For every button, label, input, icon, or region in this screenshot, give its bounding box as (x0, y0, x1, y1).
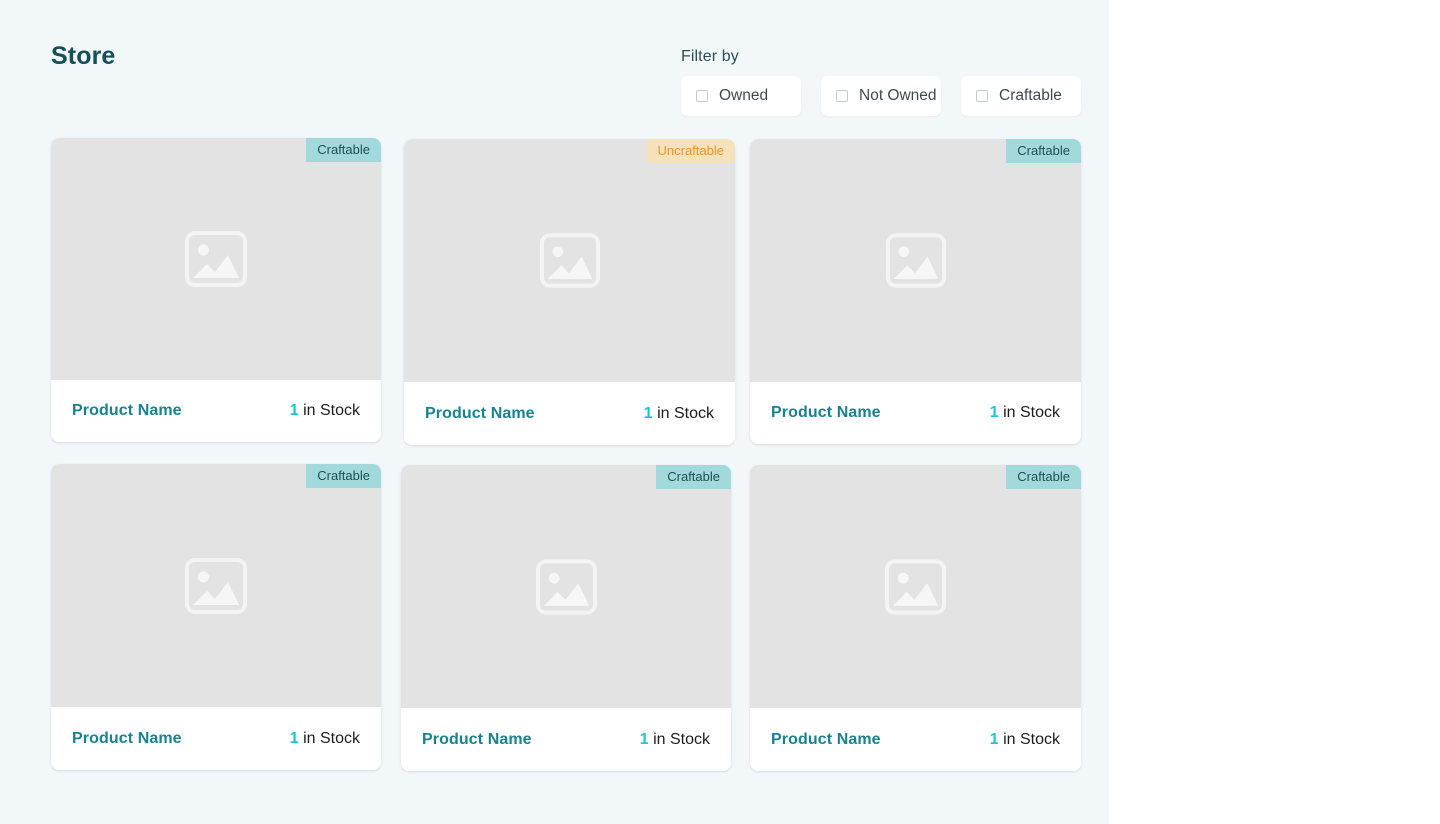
product-quantity: 1 (989, 404, 999, 421)
product-name: Product Name (771, 730, 881, 748)
product-image: Craftable (51, 464, 381, 707)
status-badge: Craftable (1006, 139, 1081, 163)
checkbox-craftable[interactable] (976, 90, 988, 102)
product-stock: 1 in Stock (644, 405, 714, 423)
product-stock-label: in Stock (303, 729, 360, 747)
product-footer: Product Name 1 in Stock (51, 707, 381, 770)
status-badge: Uncraftable (646, 139, 735, 163)
product-name: Product Name (422, 730, 532, 748)
product-stock: 1 in Stock (640, 731, 710, 749)
filter-option-craftable-label: Craftable (999, 87, 1062, 104)
product-name: Product Name (72, 729, 182, 747)
filter-by-label: Filter by (681, 48, 739, 65)
product-stock: 1 in Stock (990, 731, 1060, 749)
product-stock: 1 in Stock (990, 404, 1060, 422)
filter-option-owned-label: Owned (719, 87, 769, 104)
product-stock: 1 in Stock (290, 730, 360, 748)
checkbox-owned[interactable] (696, 90, 708, 102)
product-name: Product Name (72, 402, 182, 419)
filter-option-owned[interactable]: Owned (681, 76, 801, 116)
filter-option-not-owned-label: Not Owned (859, 87, 937, 104)
product-quantity: 1 (639, 730, 649, 748)
checkbox-not-owned[interactable] (836, 90, 848, 102)
product-stock-label: in Stock (657, 404, 714, 422)
product-image: Craftable (750, 465, 1081, 708)
product-stock-label: in Stock (653, 730, 710, 748)
product-card[interactable]: Craftable Product Name 1 in Stock (401, 465, 731, 771)
product-footer: Product Name 1 in Stock (750, 382, 1081, 444)
product-footer: Product Name 1 in Stock (750, 708, 1081, 771)
product-name: Product Name (425, 404, 535, 422)
image-placeholder-icon (185, 231, 247, 287)
status-badge: Craftable (306, 464, 381, 488)
product-image: Craftable (51, 138, 381, 380)
product-name: Product Name (771, 404, 881, 421)
product-stock: 1 in Stock (290, 402, 360, 420)
filter-section: Filter by Owned Not Owned Craftable (681, 48, 1081, 116)
product-image: Craftable (401, 465, 731, 708)
product-card[interactable]: Uncraftable Product Name 1 in Stock (404, 139, 735, 445)
image-placeholder-icon (885, 233, 946, 288)
filter-options: Owned Not Owned Craftable (681, 76, 1081, 116)
image-placeholder-icon (885, 558, 946, 615)
product-card[interactable]: Craftable Product Name 1 in Stock (750, 465, 1081, 771)
product-card[interactable]: Craftable Product Name 1 in Stock (51, 464, 381, 770)
filter-option-not-owned[interactable]: Not Owned (821, 76, 941, 116)
filter-option-craftable[interactable]: Craftable (961, 76, 1081, 116)
status-badge: Craftable (306, 138, 381, 162)
product-quantity: 1 (289, 402, 299, 419)
image-placeholder-icon (539, 233, 600, 288)
product-footer: Product Name 1 in Stock (401, 708, 731, 771)
store-page: Store Filter by Owned Not Owned Craftabl… (0, 0, 1440, 824)
product-card[interactable]: Craftable Product Name 1 in Stock (51, 138, 381, 442)
status-badge: Craftable (1006, 465, 1081, 489)
product-image: Uncraftable (404, 139, 735, 382)
product-quantity: 1 (643, 404, 653, 422)
product-stock-label: in Stock (1003, 404, 1060, 421)
product-footer: Product Name 1 in Stock (51, 380, 381, 442)
product-footer: Product Name 1 in Stock (404, 382, 735, 445)
status-badge: Craftable (656, 465, 731, 489)
product-quantity: 1 (989, 730, 999, 748)
product-quantity: 1 (289, 729, 299, 747)
product-image: Craftable (750, 139, 1081, 382)
image-placeholder-icon (185, 557, 247, 614)
product-stock-label: in Stock (1003, 730, 1060, 748)
image-placeholder-icon (535, 558, 597, 615)
app-panel: Store Filter by Owned Not Owned Craftabl… (0, 0, 1109, 824)
page-title: Store (51, 42, 116, 70)
product-stock-label: in Stock (303, 402, 360, 419)
product-card[interactable]: Craftable Product Name 1 in Stock (750, 139, 1081, 444)
